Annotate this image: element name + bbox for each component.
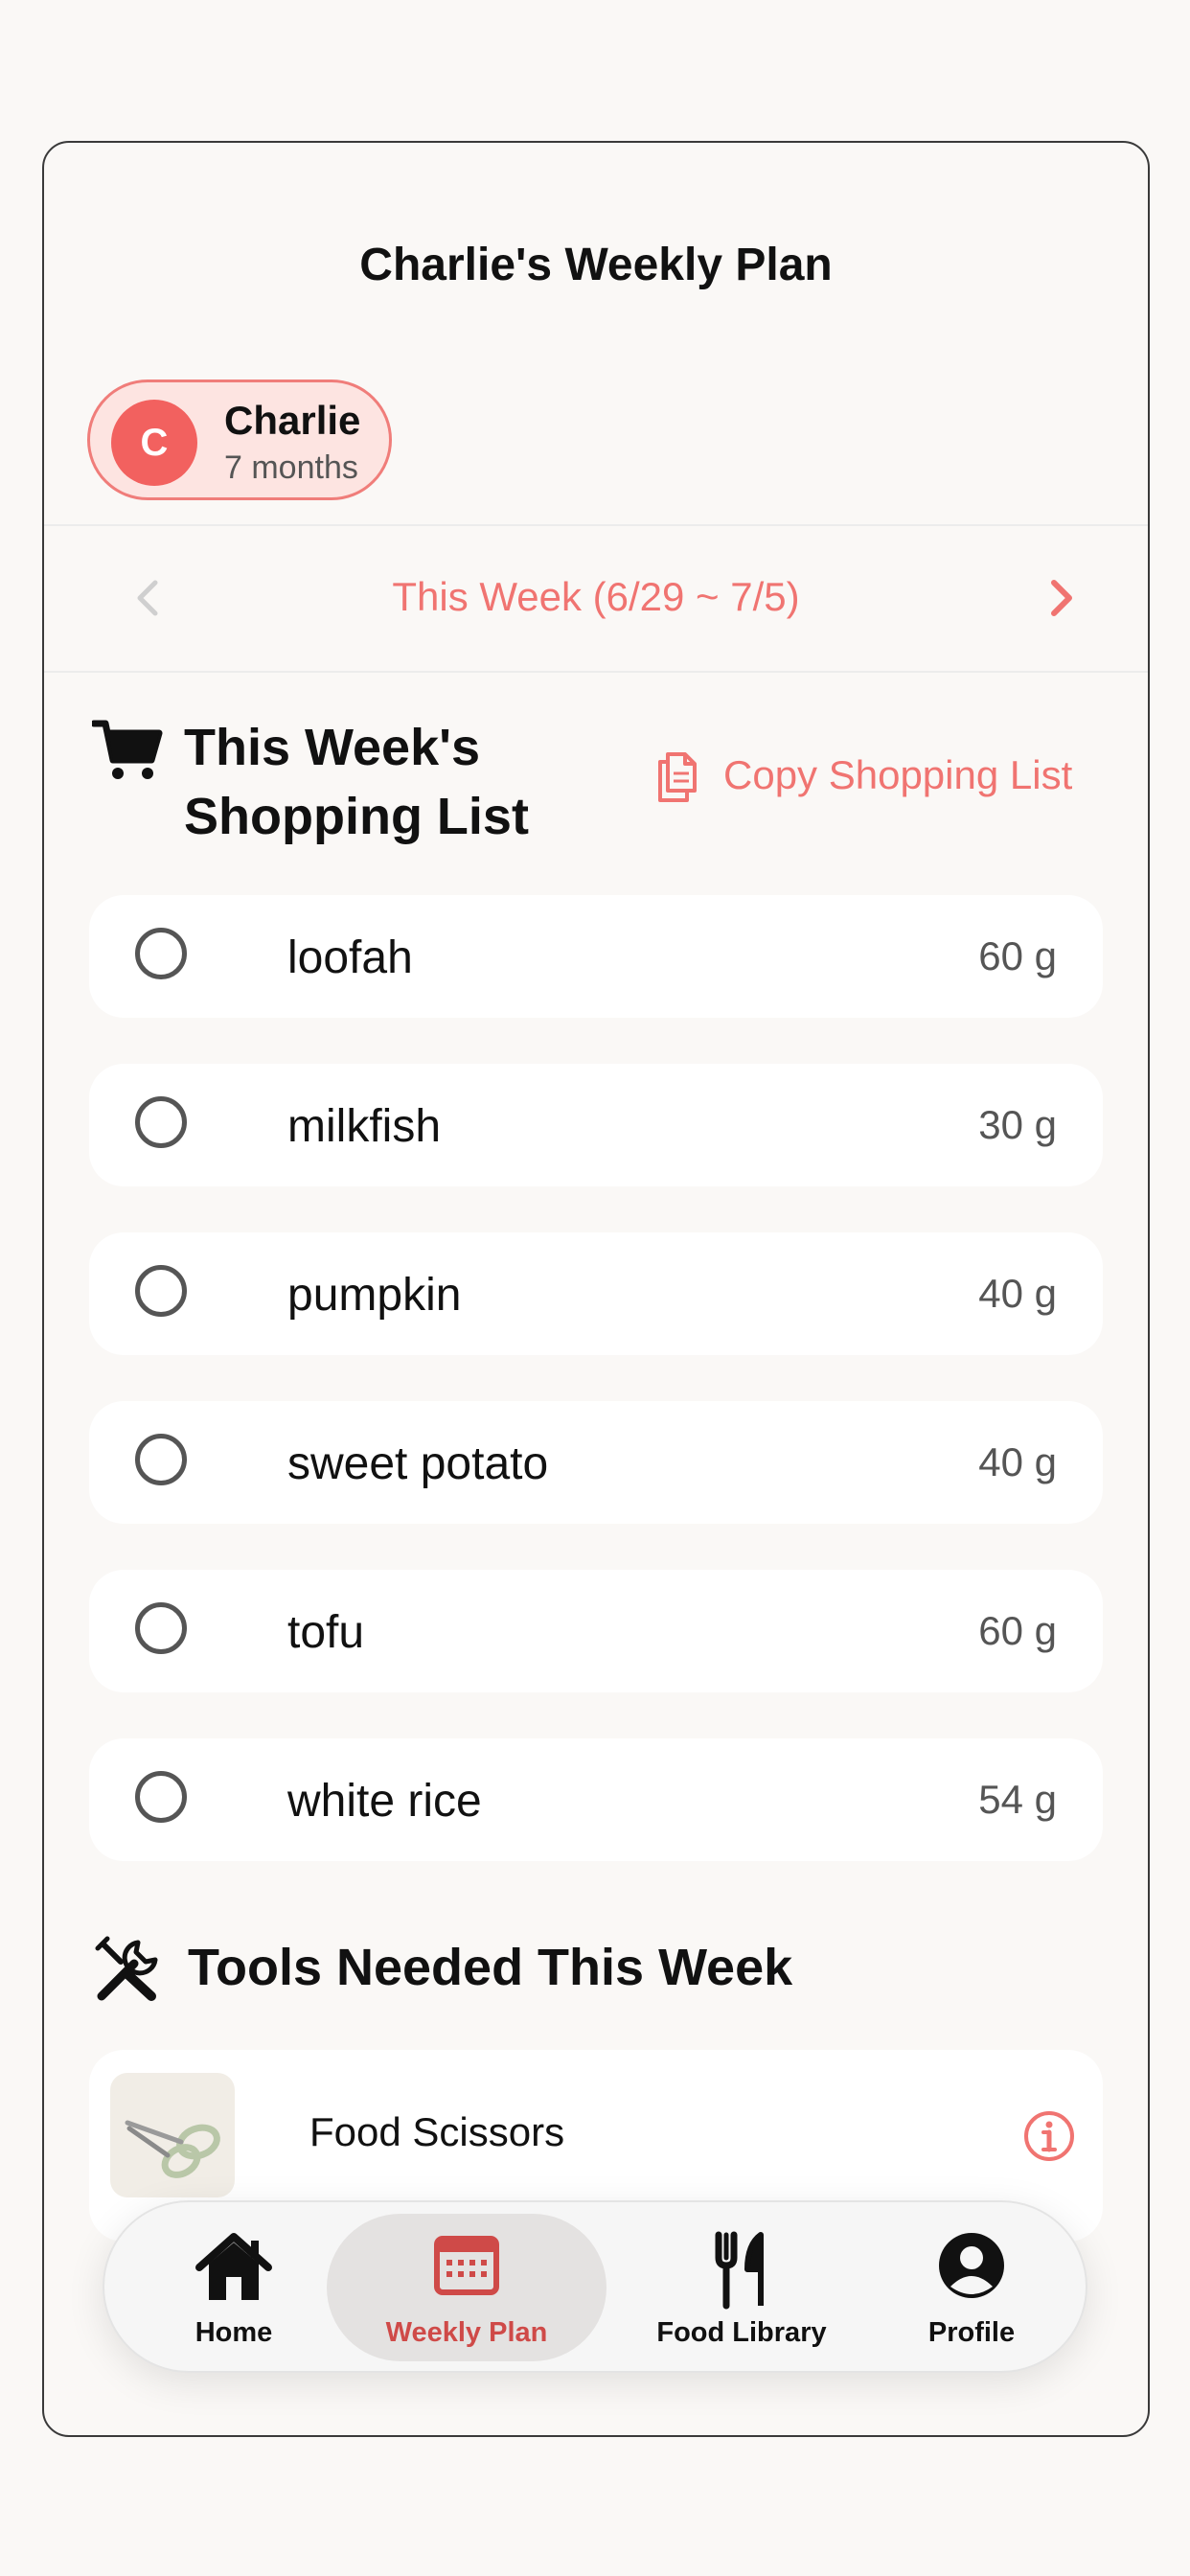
app-screen: Charlie's Weekly Plan C Charlie 7 months… (42, 141, 1150, 2437)
home-icon (194, 2231, 274, 2309)
tool-name: Food Scissors (309, 2109, 565, 2154)
avatar: C (111, 400, 197, 486)
person-icon (937, 2231, 1006, 2305)
shopping-item[interactable]: white rice 54 g (89, 1738, 1103, 1861)
tools-icon (95, 1936, 158, 2001)
item-quantity: 54 g (978, 1777, 1057, 1822)
item-checkbox[interactable] (135, 1434, 187, 1485)
scissors-icon (125, 2120, 220, 2178)
child-age: 7 months (224, 449, 358, 486)
tab-home[interactable]: Home (143, 2214, 325, 2361)
item-name: loofah (287, 932, 413, 983)
tab-weekly-plan-label: Weekly Plan (385, 2317, 548, 2348)
copy-document-icon (658, 752, 697, 802)
tab-profile[interactable]: Profile (881, 2214, 1063, 2361)
chevron-right-icon (1051, 580, 1072, 616)
shopping-item[interactable]: milkfish 30 g (89, 1064, 1103, 1186)
shopping-item[interactable]: tofu 60 g (89, 1570, 1103, 1692)
next-week-button[interactable] (1033, 569, 1090, 627)
tools-title: Tools Needed This Week (188, 1939, 793, 1996)
cart-icon (92, 720, 163, 779)
item-checkbox[interactable] (135, 1771, 187, 1823)
item-name: pumpkin (287, 1270, 462, 1321)
item-quantity: 40 g (978, 1271, 1057, 1316)
shopping-list-title-line2: Shopping List (184, 788, 529, 845)
item-name: white rice (287, 1776, 482, 1827)
tab-profile-label: Profile (927, 2317, 1016, 2348)
item-checkbox[interactable] (135, 1265, 187, 1317)
shopping-item[interactable]: pumpkin 40 g (89, 1232, 1103, 1355)
item-quantity: 60 g (978, 933, 1057, 978)
week-range-label: This Week (6/29 ~ 7/5) (392, 574, 800, 619)
calendar-icon (431, 2231, 502, 2303)
tool-info-button[interactable] (1022, 2109, 1076, 2168)
item-checkbox[interactable] (135, 1602, 187, 1654)
bottom-tab-bar: Home Weekly Plan Food Library Profile (103, 2200, 1087, 2373)
shopping-list-title-line1: This Week's (184, 719, 480, 776)
fork-knife-icon (713, 2231, 770, 2314)
item-name: milkfish (287, 1101, 442, 1152)
tab-home-label: Home (195, 2317, 273, 2348)
tab-weekly-plan[interactable]: Weekly Plan (327, 2214, 606, 2361)
item-name: tofu (287, 1607, 365, 1658)
info-icon (1024, 2111, 1074, 2161)
scissors-image (110, 2073, 235, 2197)
item-quantity: 30 g (978, 1102, 1057, 1147)
child-profile-chip[interactable]: C Charlie 7 months (87, 380, 392, 500)
tab-food-library-label: Food Library (656, 2317, 827, 2348)
week-navigator: This Week (6/29 ~ 7/5) (44, 526, 1148, 670)
divider (44, 671, 1148, 673)
child-name: Charlie (224, 398, 361, 443)
tab-food-library[interactable]: Food Library (612, 2214, 871, 2361)
item-checkbox[interactable] (135, 1096, 187, 1148)
copy-shopping-list-button[interactable]: Copy Shopping List (652, 747, 1072, 804)
copy-shopping-list-label: Copy Shopping List (723, 752, 1073, 797)
item-checkbox[interactable] (135, 928, 187, 979)
shopping-item[interactable]: loofah 60 g (89, 895, 1103, 1018)
item-name: sweet potato (287, 1438, 549, 1489)
page-title: Charlie's Weekly Plan (359, 240, 833, 290)
item-quantity: 60 g (978, 1608, 1057, 1653)
shopping-item[interactable]: sweet potato 40 g (89, 1401, 1103, 1524)
item-quantity: 40 g (978, 1439, 1057, 1484)
